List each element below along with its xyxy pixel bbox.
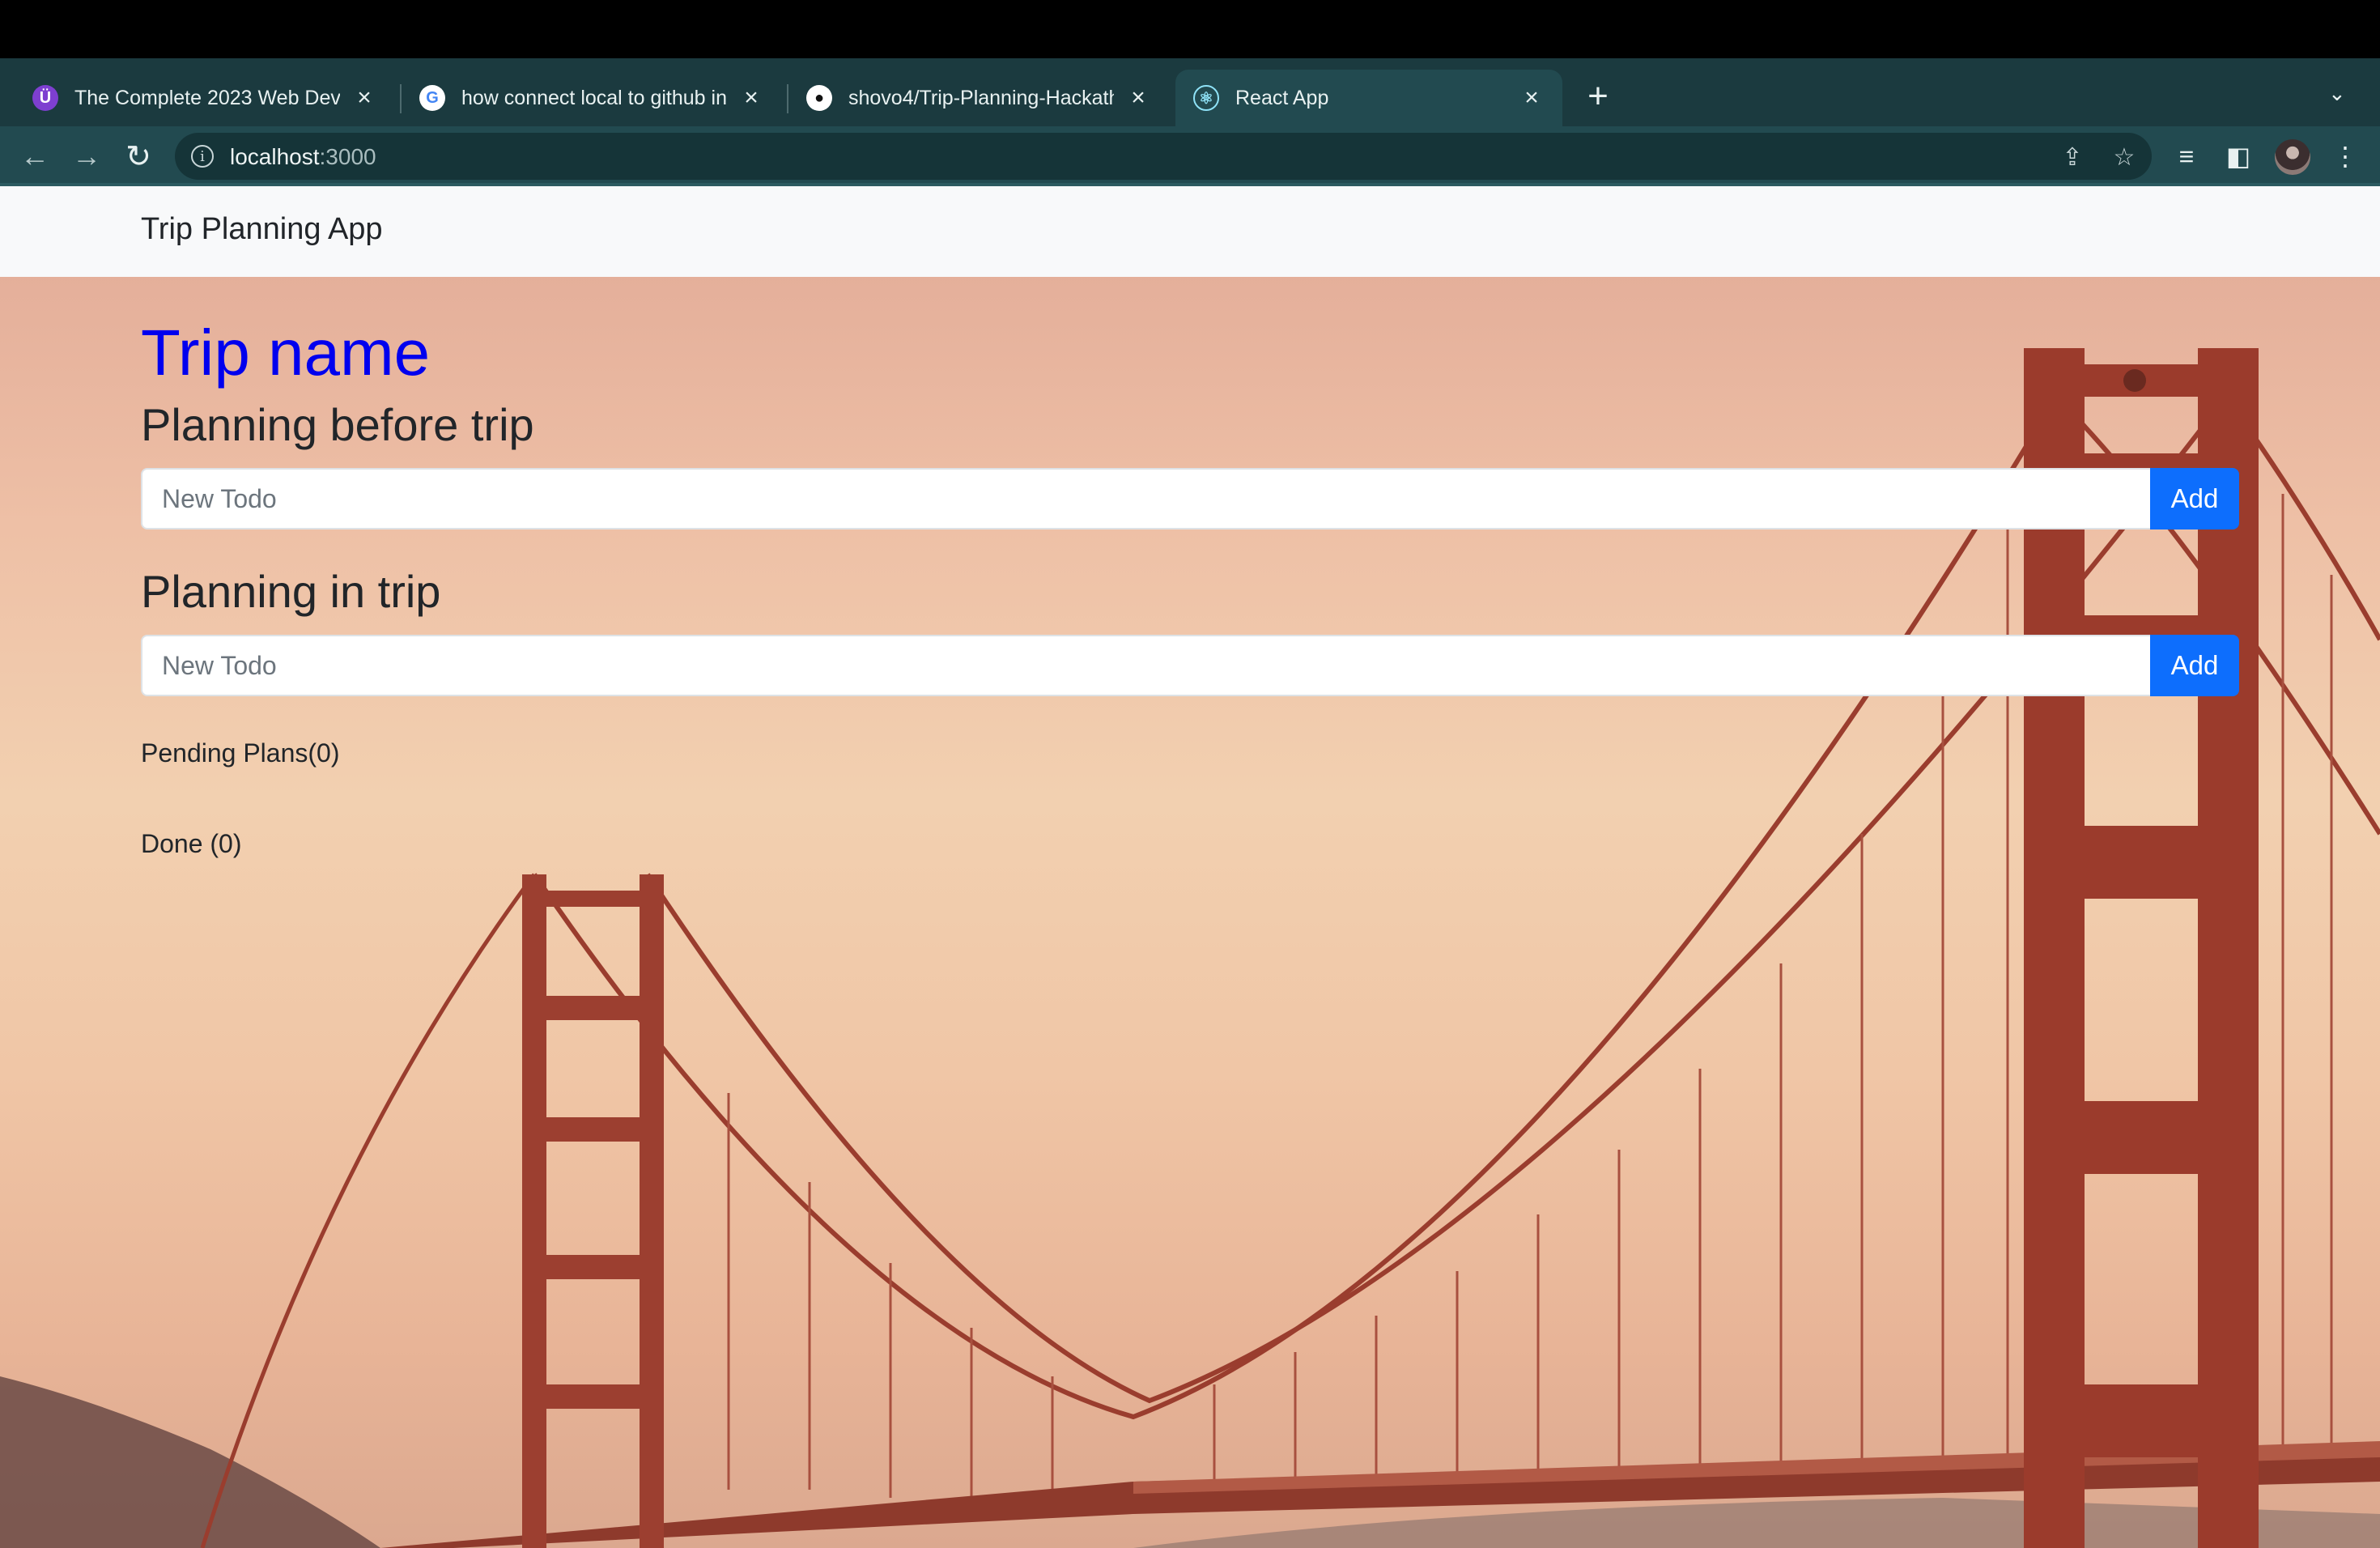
url-text[interactable]: localhost:3000 — [230, 144, 376, 170]
add-button-in-trip[interactable]: Add — [2150, 635, 2239, 696]
url-host: localhost — [230, 144, 320, 169]
udemy-icon: Ü — [32, 85, 58, 111]
tab-title: React App — [1235, 86, 1329, 109]
tab-title: The Complete 2023 Web Devel — [74, 86, 340, 109]
forward-arrow-icon[interactable]: → — [68, 138, 105, 175]
app-brand[interactable]: Trip Planning App — [141, 212, 383, 247]
kebab-menu-icon[interactable]: ⋮ — [2327, 138, 2364, 175]
section-title-before-trip: Planning before trip — [141, 399, 534, 450]
todo-form-in-trip: Add — [141, 635, 2239, 696]
share-icon[interactable]: ⇪ — [2058, 142, 2087, 172]
browser-tab-strip: Ü The Complete 2023 Web Devel × G how co… — [0, 58, 2380, 126]
section-title-in-trip: Planning in trip — [141, 566, 441, 617]
tab-udemy[interactable]: Ü The Complete 2023 Web Devel × — [15, 70, 395, 126]
browser-toolbar: ← → ↻ i localhost:3000 ⇪ ☆ ≡ ◧ ⋮ — [0, 126, 2380, 186]
pending-plans-label: Pending Plans(0) — [141, 738, 340, 768]
os-menu-bar — [0, 0, 2380, 58]
tab-title: how connect local to github in — [461, 86, 727, 109]
reading-list-icon[interactable]: ≡ — [2168, 138, 2205, 175]
tab-google[interactable]: G how connect local to github in × — [402, 70, 782, 126]
new-todo-input-before-trip[interactable] — [141, 468, 2150, 529]
tab-react-app[interactable]: ⚛ React App × — [1175, 70, 1562, 126]
done-label: Done (0) — [141, 829, 242, 858]
side-panel-icon[interactable]: ◧ — [2220, 138, 2257, 175]
close-icon[interactable]: × — [738, 84, 764, 111]
google-icon: G — [419, 85, 445, 111]
back-arrow-icon[interactable]: ← — [16, 138, 53, 175]
web-page: Trip Planning App Trip name Planning bef… — [0, 186, 2380, 1548]
star-icon[interactable]: ☆ — [2110, 142, 2139, 172]
new-todo-input-in-trip[interactable] — [141, 635, 2150, 696]
reload-icon[interactable]: ↻ — [120, 138, 157, 175]
tab-github[interactable]: ● shovo4/Trip-Planning-Hackath × — [788, 70, 1169, 126]
react-icon: ⚛ — [1193, 85, 1219, 111]
trip-name-heading: Trip name — [141, 317, 431, 389]
tab-title: shovo4/Trip-Planning-Hackath — [848, 86, 1114, 109]
close-icon[interactable]: × — [1519, 84, 1545, 111]
new-tab-button[interactable]: + — [1579, 76, 1617, 116]
info-icon[interactable]: i — [191, 145, 214, 168]
github-icon: ● — [806, 85, 832, 111]
add-button-before-trip[interactable]: Add — [2150, 468, 2239, 529]
close-icon[interactable]: × — [1125, 84, 1151, 111]
url-port: :3000 — [319, 144, 376, 169]
app-navbar: Trip Planning App — [0, 186, 2380, 277]
chevron-down-icon[interactable]: ⌄ — [2328, 81, 2346, 106]
address-bar[interactable]: i localhost:3000 ⇪ ☆ — [175, 133, 2152, 180]
avatar[interactable] — [2275, 139, 2310, 175]
golden-gate-bridge-image — [0, 348, 2380, 1548]
close-icon[interactable]: × — [351, 84, 377, 111]
todo-form-before-trip: Add — [141, 468, 2239, 529]
